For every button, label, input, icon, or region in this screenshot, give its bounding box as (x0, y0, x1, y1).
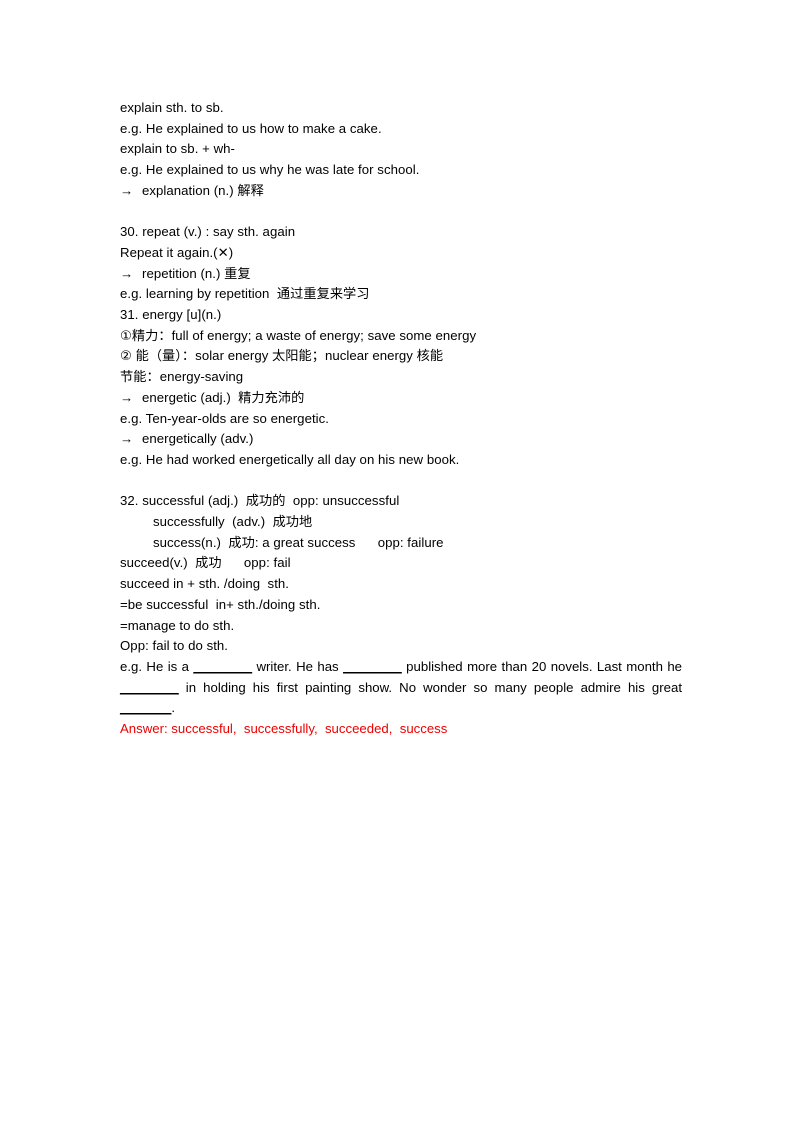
text-line: explain to sb. + wh- (120, 141, 235, 157)
text-line: 节能：energy-saving (120, 369, 244, 385)
text-line-label: repetition (n.) 重复 (142, 265, 251, 281)
text-line: succeed(v.) 成功 opp: fail (120, 555, 291, 571)
text-line: =be successful in+ sth./doing sth. (120, 596, 321, 612)
section-successful: 32. successful (adj.) 成功的 opp: unsuccess… (120, 491, 682, 657)
exercise-text-part: published more than 20 novels. Last mont… (401, 658, 683, 674)
text-line-label: explanation (n.) 解释 (142, 182, 264, 198)
text-line: 32. successful (adj.) 成功的 opp: unsuccess… (120, 493, 400, 509)
exercise-blank-1[interactable]: ________ (193, 659, 252, 674)
answer-line: Answer: successful, successfully, succee… (120, 721, 448, 737)
section-repeat-energy: 30. repeat (v.) : say sth. again Repeat … (120, 222, 682, 470)
text-line: e.g. He had worked energetically all day… (120, 451, 460, 467)
exercise-paragraph: e.g. He is a ________ writer. He has ___… (120, 657, 682, 719)
exercise-blank-3[interactable]: ________ (120, 680, 179, 695)
text-line: succeed in + sth. /doing sth. (120, 576, 290, 592)
right-arrow-icon: → (120, 265, 134, 281)
exercise-blank-2[interactable]: ________ (343, 659, 402, 674)
text-line: Opp: fail to do sth. (120, 638, 229, 654)
text-line: e.g. learning by repetition 通过重复来学习 (120, 286, 370, 302)
text-line: ② 能（量）：solar energy 太阳能；nuclear energy 核… (120, 348, 444, 364)
document-page: explain sth. to sb. e.g. He explained to… (0, 0, 794, 1123)
text-line-arrow: → energetically (adv.) (120, 429, 682, 450)
document-body: explain sth. to sb. e.g. He explained to… (120, 98, 682, 740)
text-line: =manage to do sth. (120, 617, 235, 633)
text-line-label: energetic (adj.) 精力充沛的 (142, 389, 305, 405)
exercise-text-part: writer. He has (252, 658, 344, 674)
right-arrow-icon: → (120, 431, 134, 447)
text-line-arrow: → energetic (adj.) 精力充沛的 (120, 388, 682, 409)
text-line: e.g. He explained to us how to make a ca… (120, 120, 382, 136)
section-explain: explain sth. to sb. e.g. He explained to… (120, 98, 682, 202)
text-line: explain sth. to sb. (120, 100, 224, 115)
exercise-text-part: in holding his first painting show. No w… (178, 679, 682, 695)
text-line: e.g. He explained to us why he was late … (120, 162, 420, 178)
text-line: ①精力：full of energy; a waste of energy; s… (120, 327, 477, 343)
text-line: e.g. Ten-year-olds are so energetic. (120, 410, 330, 426)
text-line-arrow: → repetition (n.) 重复 (120, 264, 682, 285)
exercise-blank-4[interactable]: _______ (120, 700, 171, 715)
text-line: 31. energy [u](n.) (120, 307, 222, 323)
right-arrow-icon: → (120, 389, 134, 405)
text-line: Repeat it again.(✕) (120, 244, 234, 260)
text-line: success(n.) 成功: a great success opp: fai… (153, 534, 444, 550)
right-arrow-icon: → (120, 182, 134, 198)
text-line: 30. repeat (v.) : say sth. again (120, 224, 296, 240)
exercise-text-part: e.g. He is a (120, 658, 194, 674)
text-line: successfully (adv.) 成功地 (153, 514, 313, 530)
exercise-text-part: . (171, 700, 176, 716)
text-line-label: energetically (adv.) (142, 431, 254, 447)
text-line-arrow: → explanation (n.) 解释 (120, 181, 682, 202)
